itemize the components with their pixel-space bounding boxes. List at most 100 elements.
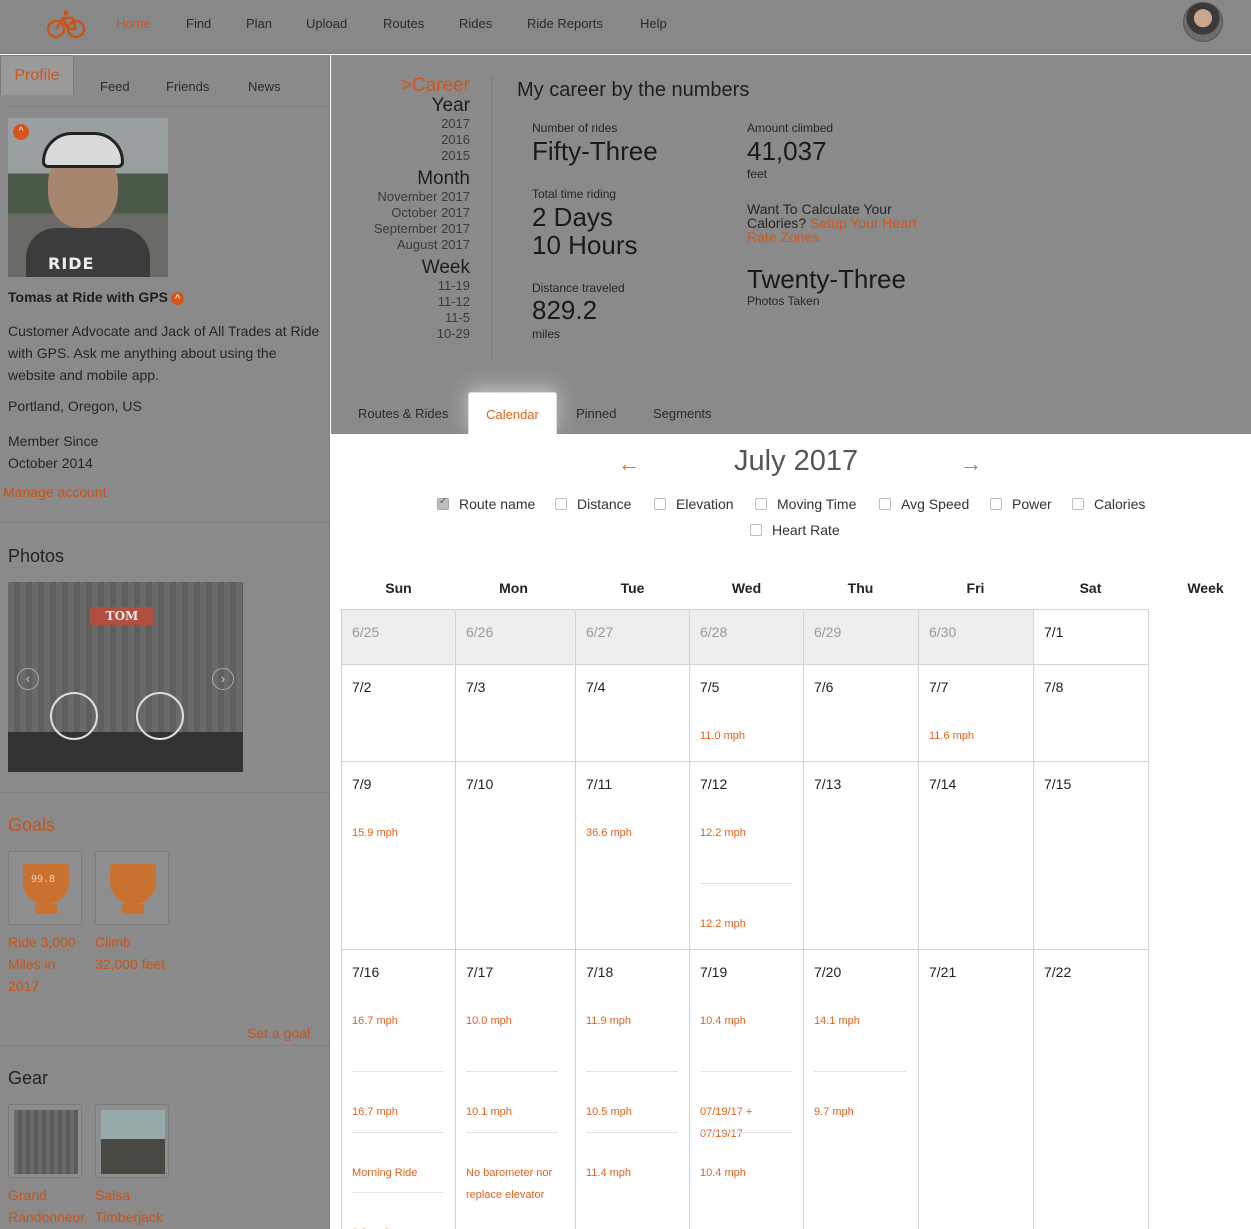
checkbox-icon[interactable] bbox=[879, 498, 891, 510]
gear-card[interactable] bbox=[8, 1104, 82, 1178]
gear-label[interactable]: Grand Randonneur bbox=[8, 1184, 98, 1228]
sidebar-tab-friends[interactable]: Friends bbox=[166, 79, 209, 94]
ride-entry[interactable]: Morning Ride bbox=[352, 1162, 450, 1184]
ride-entry[interactable]: 10.4 mph bbox=[700, 1162, 798, 1184]
checkbox-icon[interactable] bbox=[654, 498, 666, 510]
sidebar-tab-feed[interactable]: Feed bbox=[100, 79, 130, 94]
ride-entry[interactable]: 16.7 mph bbox=[352, 1101, 450, 1123]
ride-entry[interactable]: 10.4 mph bbox=[700, 1010, 798, 1032]
option-moving-time[interactable]: Moving Time bbox=[755, 496, 856, 512]
filter-month[interactable]: September 2017 bbox=[331, 221, 470, 236]
calendar-day-cell[interactable]: 7/4 bbox=[575, 664, 690, 762]
filter-career[interactable]: >Career bbox=[331, 75, 470, 97]
checkbox-icon[interactable] bbox=[750, 524, 762, 536]
ride-entry[interactable]: 10.5 mph bbox=[586, 1101, 684, 1123]
filter-year[interactable]: 2017 bbox=[331, 116, 470, 131]
ride-entry[interactable]: No barometer nor replace elevator bbox=[466, 1162, 570, 1206]
sidebar-tab-profile[interactable]: Profile bbox=[0, 55, 74, 95]
filter-week[interactable]: 10-29 bbox=[331, 326, 470, 341]
option-distance[interactable]: Distance bbox=[555, 496, 631, 512]
calendar-day-cell[interactable]: 7/18 11.9 mph 10.5 mph 11.4 mph bbox=[575, 949, 690, 1229]
chevron-right-icon[interactable]: › bbox=[212, 668, 234, 690]
manage-account-link[interactable]: Manage account bbox=[3, 484, 107, 500]
calendar-day-cell[interactable]: 7/14 bbox=[918, 761, 1034, 950]
goal-card[interactable] bbox=[95, 851, 169, 925]
calendar-day-cell[interactable]: 7/9 15.9 mph bbox=[341, 761, 456, 950]
goal-card[interactable]: 99.8 bbox=[8, 851, 82, 925]
nav-ride-reports[interactable]: Ride Reports bbox=[527, 16, 603, 31]
filter-month[interactable]: November 2017 bbox=[331, 189, 471, 204]
nav-help[interactable]: Help bbox=[640, 16, 667, 31]
calendar-day-cell[interactable]: 7/19 10.4 mph 07/19/17 + 07/19/17 10.4 mph bbox=[689, 949, 804, 1229]
calendar-day-cell[interactable]: 7/6 bbox=[803, 664, 919, 762]
user-avatar[interactable] bbox=[1183, 2, 1223, 42]
ride-entry[interactable]: 16.7 mph bbox=[352, 1010, 450, 1032]
nav-find[interactable]: Find bbox=[186, 16, 211, 31]
calendar-day-cell[interactable]: 6/27 bbox=[575, 609, 690, 665]
goal-label[interactable]: Climb 32,000 feet bbox=[95, 931, 169, 975]
ride-entry[interactable]: 12.2 mph bbox=[700, 822, 798, 844]
gear-card[interactable] bbox=[95, 1104, 169, 1178]
ride-entry[interactable]: 11.9 mph bbox=[586, 1010, 684, 1032]
calendar-day-cell[interactable]: 7/22 bbox=[1033, 949, 1149, 1229]
nav-routes[interactable]: Routes bbox=[383, 16, 424, 31]
tab-segments[interactable]: Segments bbox=[653, 406, 712, 421]
calendar-day-cell[interactable]: 7/7 11.6 mph bbox=[918, 664, 1034, 762]
calendar-day-cell[interactable]: 7/2 bbox=[341, 664, 456, 762]
calendar-day-cell[interactable]: 7/17 10.0 mph 10.1 mph No barometer nor rep… bbox=[455, 949, 576, 1229]
sidebar-tab-news[interactable]: News bbox=[248, 79, 281, 94]
calendar-day-cell[interactable]: 6/29 bbox=[803, 609, 919, 665]
calendar-day-cell[interactable]: 7/11 36.6 mph bbox=[575, 761, 690, 950]
calendar-day-cell[interactable]: 6/25 bbox=[341, 609, 456, 665]
calendar-day-cell[interactable]: 7/5 11.0 mph bbox=[689, 664, 804, 762]
checkbox-icon[interactable] bbox=[755, 498, 767, 510]
calendar-day-cell[interactable]: 7/3 bbox=[455, 664, 576, 762]
calendar-day-cell[interactable]: 7/12 12.2 mph 12.2 mph bbox=[689, 761, 804, 950]
ride-entry[interactable]: 36.6 mph bbox=[586, 822, 684, 844]
arrow-left-icon[interactable]: ← bbox=[618, 451, 640, 477]
ride-entry[interactable]: 11.0 mph bbox=[700, 725, 798, 747]
checkbox-icon[interactable] bbox=[990, 498, 1002, 510]
calendar-day-cell[interactable]: 6/28 bbox=[689, 609, 804, 665]
chevron-left-icon[interactable]: ‹ bbox=[17, 668, 39, 690]
calendar-day-cell[interactable]: 7/20 14.1 mph 9.7 mph bbox=[803, 949, 919, 1229]
photo-slider[interactable]: TOM ‹ › bbox=[8, 582, 243, 772]
set-goal-link[interactable]: Set a goal bbox=[247, 1025, 310, 1041]
ride-entry[interactable]: 9.9 mph bbox=[352, 1222, 450, 1229]
option-heart-rate[interactable]: Heart Rate bbox=[750, 522, 840, 538]
nav-plan[interactable]: Plan bbox=[246, 16, 272, 31]
filter-year[interactable]: 2016 bbox=[331, 132, 470, 147]
calendar-day-cell[interactable]: 6/26 bbox=[455, 609, 576, 665]
tab-calendar[interactable]: Calendar bbox=[468, 392, 557, 434]
ride-with-gps-logo-icon[interactable] bbox=[46, 9, 86, 39]
option-power[interactable]: Power bbox=[990, 496, 1052, 512]
option-elevation[interactable]: Elevation bbox=[654, 496, 734, 512]
filter-year[interactable]: 2015 bbox=[331, 148, 470, 163]
option-route-name[interactable]: Route name bbox=[437, 496, 535, 512]
calendar-day-cell[interactable]: 7/15 bbox=[1033, 761, 1149, 950]
checkbox-icon[interactable] bbox=[437, 496, 449, 510]
ride-entry[interactable]: 07/19/17 + 07/19/17 bbox=[700, 1101, 798, 1145]
calendar-day-cell[interactable]: 6/30 bbox=[918, 609, 1034, 665]
calendar-day-cell[interactable]: 7/8 bbox=[1033, 664, 1149, 762]
ride-entry[interactable]: 15.9 mph bbox=[352, 822, 450, 844]
profile-photo[interactable]: RIDE ^ bbox=[8, 118, 168, 277]
option-calories[interactable]: Calories bbox=[1072, 496, 1145, 512]
nav-rides[interactable]: Rides bbox=[459, 16, 492, 31]
filter-week[interactable]: 11-19 bbox=[331, 278, 470, 293]
chevron-up-icon[interactable]: ^ bbox=[13, 124, 29, 140]
checkbox-icon[interactable] bbox=[555, 498, 567, 510]
calendar-day-cell[interactable]: 7/10 bbox=[455, 761, 576, 950]
nav-home[interactable]: Home bbox=[116, 16, 151, 31]
filter-month[interactable]: August 2017 bbox=[331, 237, 470, 252]
nav-upload[interactable]: Upload bbox=[306, 16, 347, 31]
calendar-day-cell[interactable]: 7/16 16.7 mph 16.7 mph Morning Ride 9.9 mph bbox=[341, 949, 456, 1229]
calendar-day-cell[interactable]: 7/21 bbox=[918, 949, 1034, 1229]
checkbox-icon[interactable] bbox=[1072, 498, 1084, 510]
ride-entry[interactable]: 12.2 mph bbox=[700, 913, 798, 935]
filter-week[interactable]: 11-12 bbox=[331, 294, 470, 309]
ride-entry[interactable]: 11.4 mph bbox=[586, 1162, 684, 1184]
calendar-day-cell[interactable]: 7/1 bbox=[1033, 609, 1149, 665]
ride-entry[interactable]: 9.7 mph bbox=[814, 1101, 913, 1123]
filter-month[interactable]: October 2017 bbox=[331, 205, 470, 220]
